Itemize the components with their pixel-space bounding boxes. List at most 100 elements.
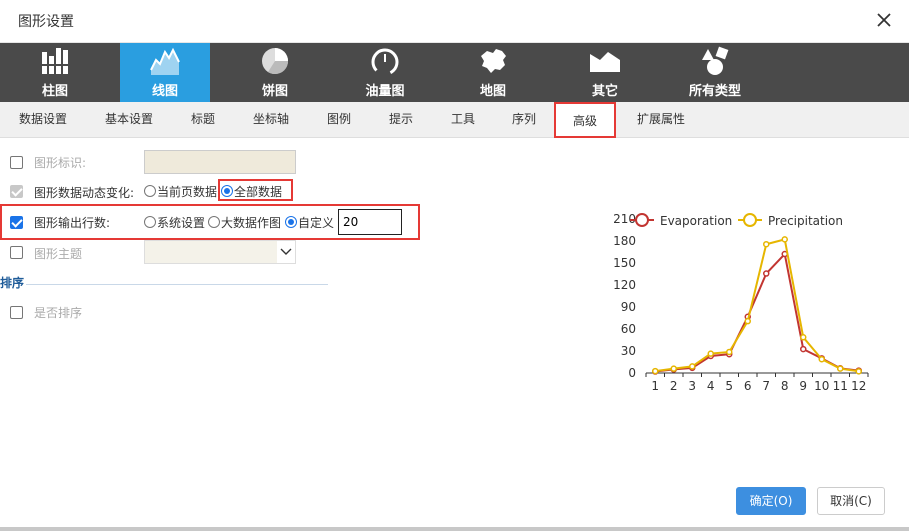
legend-marker (635, 213, 649, 227)
chart-type-pie-button[interactable]: 饼图 (230, 43, 320, 102)
ok-button[interactable]: 确定(O) (736, 487, 806, 515)
x-tick-label: 1 (651, 379, 659, 393)
series-line-precipitation (655, 238, 859, 373)
tab-data-settings[interactable]: 数据设置 (10, 102, 76, 138)
series-point-precipitation (800, 334, 807, 341)
y-tick-label: 60 (621, 322, 636, 336)
dialog-bottom-edge (0, 527, 909, 531)
x-tick-label: 8 (781, 379, 789, 393)
dialog-title: 图形设置 (18, 14, 74, 30)
series-point-precipitation (744, 317, 751, 325)
chart-type-bar: 柱图 线图 饼图 油量图 地图 其它 所有类型 (0, 43, 909, 102)
legend-label: Evaporation (660, 214, 732, 228)
current-page-radio[interactable] (144, 185, 156, 197)
chart-type-label: 线图 (151, 84, 178, 99)
chart-type-line-button[interactable]: 线图 (120, 43, 210, 102)
chevron-down-icon (280, 248, 292, 255)
chart-type-other-button[interactable]: 其它 (560, 43, 650, 102)
tab-axis[interactable]: 坐标轴 (245, 102, 297, 138)
x-tick-label: 2 (670, 379, 678, 393)
output-rows-label: 图形输出行数: (34, 216, 111, 230)
china-map-icon (481, 49, 506, 73)
y-tick-label: 120 (613, 278, 636, 292)
series-point-precipitation (707, 350, 714, 357)
sort-checkbox[interactable] (10, 306, 23, 319)
x-tick-label: 9 (799, 379, 807, 393)
x-tick-label: 7 (762, 379, 770, 393)
series-point-precipitation (855, 368, 862, 375)
all-data-label: 全部数据 (234, 185, 283, 199)
bar-chart-icon (42, 48, 68, 74)
y-tick-label: 30 (621, 344, 636, 358)
series-point-evaporation (763, 270, 770, 277)
series-point-precipitation (670, 365, 677, 372)
pie-chart-icon (262, 48, 289, 75)
chart-type-label: 地图 (479, 84, 506, 99)
dynamic-data-label: 图形数据动态变化: (34, 186, 135, 200)
series-point-precipitation (652, 367, 659, 375)
y-tick-label: 180 (613, 234, 636, 248)
chart-type-gauge-button[interactable]: 油量图 (340, 43, 430, 102)
tab-series[interactable]: 序列 (503, 102, 545, 138)
line-chart-preview: 1 2 3 4 5 6 7 8 9 10 11 120306090120150180210 Evapor… (613, 212, 869, 393)
series-point-precipitation (689, 363, 696, 370)
y-tick-label: 150 (613, 256, 636, 270)
series-point-precipitation (818, 355, 825, 363)
dialog-titlebar: 图形设置 (0, 0, 909, 43)
chart-type-label: 油量图 (365, 84, 405, 99)
tab-tools[interactable]: 工具 (442, 102, 484, 138)
theme-checkbox[interactable] (10, 246, 23, 259)
close-icon[interactable] (875, 11, 893, 29)
tab-advanced[interactable]: 高级 (554, 102, 616, 138)
series-point-precipitation (763, 240, 770, 248)
x-tick-label: 10 (814, 379, 829, 393)
shape-id-label: 图形标识: (34, 156, 87, 170)
chart-type-map-button[interactable]: 地图 (448, 43, 538, 102)
custom-label: 自定义 (298, 216, 335, 230)
series-point-precipitation (781, 236, 788, 243)
line-chart-icon (150, 47, 180, 75)
series-point-precipitation (726, 348, 733, 356)
all-data-radio[interactable] (221, 185, 233, 197)
theme-select[interactable] (144, 240, 296, 264)
output-rows-checkbox[interactable] (10, 216, 23, 229)
chart-type-label: 其它 (591, 84, 618, 99)
gauge-icon (371, 48, 399, 76)
tab-tooltip[interactable]: 提示 (380, 102, 422, 138)
x-tick-label: 5 (725, 379, 733, 393)
shape-id-input[interactable] (144, 150, 296, 174)
big-data-radio[interactable] (208, 216, 220, 228)
system-setting-radio[interactable] (144, 216, 156, 228)
chart-type-all-button[interactable]: 所有类型 (670, 43, 760, 102)
sort-section-title: 排序 (0, 276, 25, 290)
dynamic-data-checkbox[interactable] (10, 185, 23, 198)
custom-radio[interactable] (285, 216, 297, 228)
tab-title[interactable]: 标题 (180, 102, 226, 138)
tab-extended-properties[interactable]: 扩展属性 (628, 102, 694, 138)
sort-label: 是否排序 (34, 306, 83, 320)
series-point-evaporation (800, 345, 807, 353)
shape-id-checkbox[interactable] (10, 156, 23, 169)
cancel-button[interactable]: 取消(C) (817, 487, 885, 515)
x-tick-label: 6 (744, 379, 752, 393)
legend-marker (743, 213, 757, 227)
chart-type-label: 所有类型 (688, 84, 741, 99)
tab-legend[interactable]: 图例 (318, 102, 360, 138)
series-point-precipitation (837, 365, 844, 372)
system-setting-label: 系统设置 (157, 216, 206, 230)
legend-label: Precipitation (768, 214, 843, 228)
settings-tab-bar: 数据设置 基本设置 标题 坐标轴 图例 提示 工具 序列 高级 扩展属性 (0, 102, 909, 138)
current-page-label: 当前页数据 (157, 185, 218, 199)
x-tick-label: 4 (707, 379, 715, 393)
chart-type-bar-button[interactable]: 柱图 (10, 43, 100, 102)
y-tick-label: 90 (621, 300, 636, 314)
tab-basic-settings[interactable]: 基本设置 (96, 102, 162, 138)
x-tick-label: 12 (851, 379, 866, 393)
x-tick-label: 3 (688, 379, 696, 393)
chart-type-label: 柱图 (41, 84, 68, 99)
mountain-chart-icon (590, 52, 620, 72)
section-divider (26, 284, 328, 285)
output-rows-input[interactable] (338, 209, 402, 235)
y-tick-label: 0 (628, 366, 636, 380)
big-data-label: 大数据作图 (221, 216, 282, 230)
